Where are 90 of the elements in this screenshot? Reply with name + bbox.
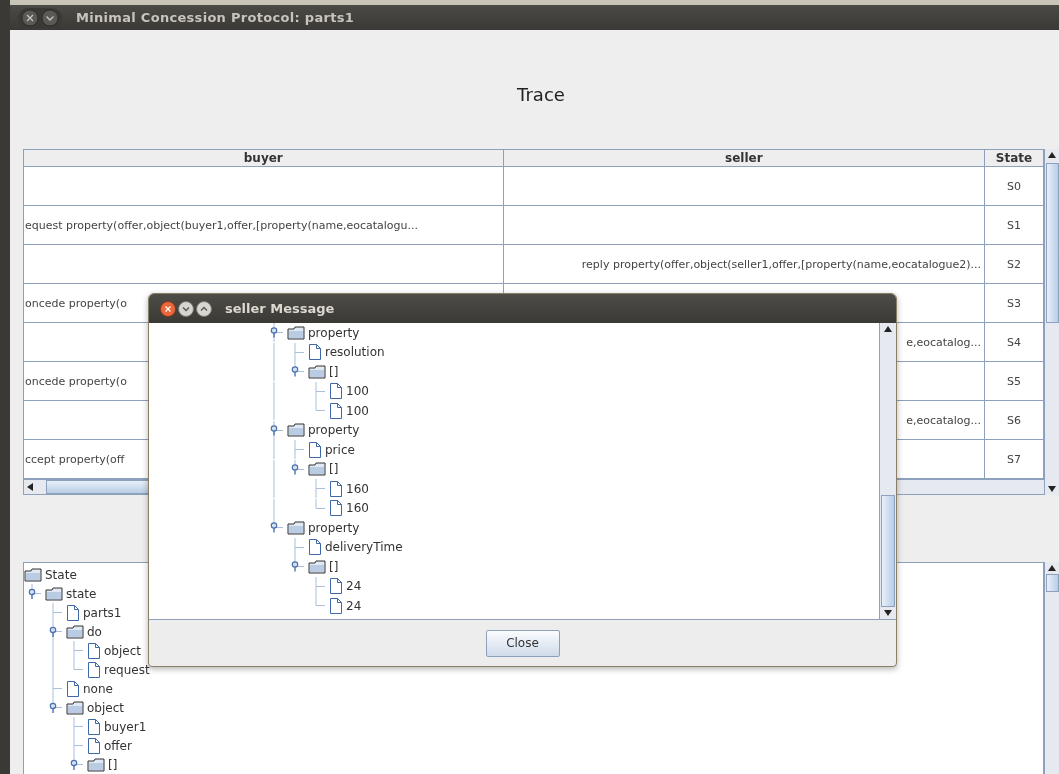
close-button[interactable]: Close: [485, 629, 560, 657]
tree-node-label[interactable]: 24: [346, 598, 362, 613]
scroll-down-icon[interactable]: [884, 610, 892, 616]
tree-node-label[interactable]: 160: [346, 481, 369, 496]
document-icon: [329, 597, 343, 614]
document-icon: [87, 737, 101, 754]
tree-node-label[interactable]: 100: [346, 403, 369, 418]
vertical-scrollbar[interactable]: [879, 323, 896, 619]
tree-node-label[interactable]: deliveryTime: [325, 540, 403, 555]
tree-node-label[interactable]: property: [308, 325, 360, 340]
tree-node-label[interactable]: buyer1: [104, 719, 147, 734]
tree-node-label[interactable]: []: [329, 462, 339, 477]
folder-icon: [66, 700, 84, 715]
tree-node-label[interactable]: []: [329, 364, 339, 379]
tree-node-label[interactable]: property: [308, 520, 360, 535]
expand-handle-icon[interactable]: [291, 463, 299, 475]
document-icon: [87, 642, 101, 659]
scroll-up-icon[interactable]: [1048, 565, 1056, 571]
expand-handle-icon[interactable]: [291, 561, 299, 573]
tree-node-label[interactable]: state: [66, 586, 97, 601]
vertical-scrollbar[interactable]: [1044, 149, 1059, 495]
folder-icon: [287, 423, 305, 438]
scroll-left-icon[interactable]: [27, 483, 33, 491]
folder-icon: [24, 567, 42, 582]
document-icon: [87, 718, 101, 735]
expand-handle-icon[interactable]: [70, 759, 78, 771]
tree-node-label[interactable]: offer: [104, 738, 132, 753]
expand-handle-icon[interactable]: [270, 327, 278, 339]
document-icon: [66, 680, 80, 697]
document-icon: [329, 383, 343, 400]
scroll-thumb[interactable]: [881, 495, 895, 607]
minimize-icon[interactable]: [177, 299, 195, 318]
tree-node-label[interactable]: []: [329, 559, 339, 574]
tree-line: [52, 603, 63, 622]
trace-heading: Trace: [517, 84, 565, 105]
expand-handle-icon[interactable]: [291, 366, 299, 378]
tree-node-label[interactable]: []: [108, 757, 118, 772]
dialog-title: seller Message: [225, 301, 335, 316]
tree-node-label[interactable]: parts1: [83, 605, 122, 620]
table-cell: equest property(offer,object(buyer1,offer,[property(name,eocatalogu...: [24, 206, 504, 244]
folder-icon: [66, 624, 84, 639]
minimize-icon[interactable]: [40, 8, 60, 27]
tree-node-label[interactable]: request: [104, 662, 150, 677]
column-header[interactable]: seller: [503, 150, 986, 166]
document-icon: [308, 344, 322, 361]
tree-line: [73, 717, 84, 736]
folder-icon: [45, 586, 63, 601]
tree-node-label[interactable]: object: [87, 700, 124, 715]
document-icon: [329, 578, 343, 595]
table-cell: reply property(offer,object(seller1,offer,[property(name,eocatalogue2)...: [503, 245, 986, 283]
tree-node-label[interactable]: price: [325, 442, 355, 457]
expand-handle-icon[interactable]: [49, 702, 57, 714]
column-header[interactable]: buyer: [24, 150, 504, 166]
tree-node-label[interactable]: 100: [346, 384, 369, 399]
scroll-thumb[interactable]: [1045, 574, 1059, 592]
expand-handle-icon[interactable]: [49, 626, 57, 638]
tree-node-label[interactable]: 160: [346, 501, 369, 516]
window-title: Minimal Concession Protocol: parts1: [76, 10, 355, 25]
maximize-icon[interactable]: [195, 299, 213, 318]
folder-icon: [87, 757, 105, 772]
document-icon: [329, 402, 343, 419]
tree-node-label[interactable]: property: [308, 423, 360, 438]
tree-node-label[interactable]: none: [83, 681, 113, 696]
scroll-up-icon[interactable]: [1048, 152, 1056, 158]
close-icon[interactable]: [159, 299, 177, 318]
tree-node-label[interactable]: State: [45, 567, 77, 582]
document-icon: [308, 539, 322, 556]
scroll-thumb[interactable]: [1045, 163, 1059, 323]
document-icon: [329, 480, 343, 497]
vertical-scrollbar[interactable]: [1044, 562, 1059, 774]
close-icon[interactable]: [20, 8, 40, 27]
scroll-down-icon[interactable]: [1048, 486, 1056, 492]
scroll-up-icon[interactable]: [884, 326, 892, 332]
document-icon: [308, 441, 322, 458]
expand-handle-icon[interactable]: [270, 522, 278, 534]
folder-icon: [308, 364, 326, 379]
document-icon: [87, 661, 101, 678]
expand-handle-icon[interactable]: [28, 588, 36, 600]
folder-icon: [308, 559, 326, 574]
expand-handle-icon[interactable]: [270, 424, 278, 436]
folder-icon: [308, 462, 326, 477]
folder-icon: [287, 325, 305, 340]
tree-node-label[interactable]: do: [87, 624, 102, 639]
folder-icon: [287, 520, 305, 535]
tree-node-label[interactable]: 24: [346, 579, 362, 594]
tree-line: [31, 584, 42, 594]
document-icon: [66, 604, 80, 621]
document-icon: [329, 500, 343, 517]
tree-node-label[interactable]: object: [104, 643, 141, 658]
tree-node-label[interactable]: resolution: [325, 345, 385, 360]
